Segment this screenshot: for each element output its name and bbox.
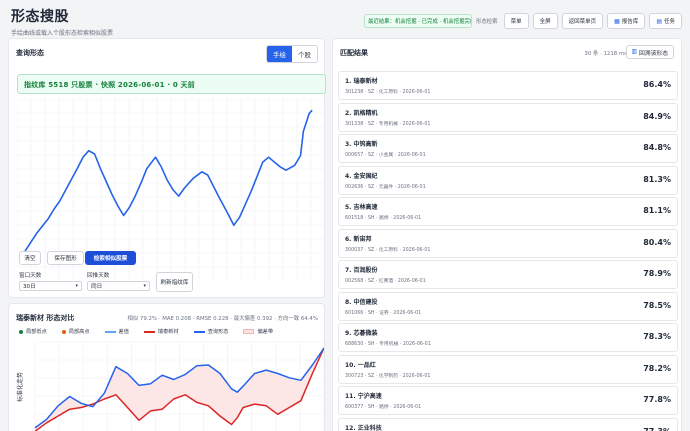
result-similarity-score: 77.3%: [643, 426, 671, 431]
tab-stock[interactable]: 个股: [292, 46, 317, 62]
result-stock-name: 4. 金安国纪: [345, 172, 378, 180]
compare-title: 瑞泰新材 形态对比: [16, 314, 75, 322]
result-stock-name: 2. 凯格精机: [345, 109, 378, 117]
status-label: 形态检索: [476, 19, 498, 25]
legend-item[interactable]: 局部低点: [19, 328, 47, 335]
chevron-down-icon: ▾: [75, 283, 78, 289]
result-stock-meta: 002636 · SZ · 元器件 · 2026-06-01: [345, 184, 426, 190]
header-toolbar: 最近结果：机会挖掘 · 已完成 · 机会挖掘完成: AI 形态检索 菜单 全屏 …: [364, 13, 682, 29]
comparison-chart: 标准化走势: [16, 341, 324, 431]
backtest-icon: ▥: [631, 49, 637, 55]
app-header: 形态搜股 手绘曲线或载入个股形态检索相似股票 最近结果：机会挖掘 · 已完成 ·…: [0, 0, 690, 38]
window-days-label: 窗口天数: [19, 273, 42, 279]
menu-button[interactable]: 菜单: [503, 13, 529, 29]
legend-swatch: [143, 330, 155, 333]
result-item[interactable]: 12. 正业科技300410 · SZ · 专用机械 · 2026-06-017…: [338, 417, 678, 431]
legend-swatch: [193, 330, 205, 333]
result-stock-meta: 000657 · SZ · 小金属 · 2026-06-01: [345, 153, 426, 158]
backtest-shape-button[interactable]: ▥ 回溯该形态: [625, 45, 674, 59]
result-similarity-score: 78.5%: [643, 300, 671, 310]
result-stock-name: 8. 中信建投: [345, 298, 378, 306]
result-stock-meta: 300037 · SZ · 化工原料 · 2026-06-01: [345, 247, 431, 253]
result-stock-meta: 688630 · SH · 专用机械 · 2026-06-01: [345, 342, 431, 347]
refresh-fingerprint-button[interactable]: 刷新指纹库: [156, 272, 193, 292]
result-stock-name: 6. 新宙邦: [345, 235, 372, 243]
mode-toggle: 手绘 个股: [266, 45, 318, 63]
result-item[interactable]: 4. 金安国纪 002636 · SZ · 元器件 · 2026-06-01 81.…: [338, 165, 678, 195]
result-item[interactable]: 11. 宁沪高速 600377 · SH · 路桥 · 2026-06-01 77.…: [338, 386, 678, 415]
lookback-days-label: 回推天数: [87, 273, 110, 279]
task-list-icon: ▤: [656, 17, 662, 25]
chevron-down-icon: ▾: [143, 283, 146, 289]
result-item[interactable]: 1. 瑞泰新材 301238 · SZ · 化工原料 · 2026-06-01 86…: [338, 71, 678, 100]
result-item[interactable]: 6. 新宙邦 300037 · SZ · 化工原料 · 2026-06-01 80.…: [338, 228, 678, 258]
result-item[interactable]: 9. 芯碁微装 688630 · SH · 专用机械 · 2026-06-01 78…: [338, 323, 678, 352]
clear-button[interactable]: 清空: [19, 251, 41, 265]
result-stock-meta: 300723 · SZ · 化学制药 · 2026-06-01: [345, 373, 431, 379]
fingerprint-banner: 指纹库 5518 只股票 · 快照 2026-06-01 · 0 天前: [17, 74, 326, 94]
chart-legend: 局部低点 局部高点 差值 瑞泰新材 查询形态 偏差带: [19, 328, 273, 335]
search-similar-button[interactable]: 检索相似股票: [85, 251, 136, 265]
result-count: 30 条 · 1218 ms: [584, 51, 627, 57]
legend-swatch: [61, 329, 66, 334]
result-similarity-score: 78.3%: [643, 332, 671, 341]
result-stock-meta: 301238 · SZ · 化工原料 · 2026-06-01: [345, 90, 431, 95]
result-stock-name: 1. 瑞泰新材: [345, 78, 378, 85]
result-stock-meta: 601066 · SH · 证券 · 2026-06-01: [345, 310, 422, 316]
page-subtitle: 手绘曲线或载入个股形态检索相似股票: [11, 30, 114, 37]
window-days-select[interactable]: 30日 ▾: [19, 281, 82, 291]
report-library-button[interactable]: ▦ 报告库: [607, 13, 646, 29]
task-status-chip[interactable]: 最近结果：机会挖掘 · 已完成 · 机会挖掘完成: AI: [364, 14, 472, 28]
result-similarity-score: 81.3%: [643, 174, 671, 184]
result-stock-name: 3. 中钨高新: [345, 141, 378, 148]
legend-item[interactable]: 查询形态: [193, 328, 228, 335]
result-stock-meta: 301338 · SZ · 专用机械 · 2026-06-01: [345, 121, 431, 127]
legend-item[interactable]: 局部高点: [61, 328, 90, 335]
back-to-menu-button[interactable]: 返回菜单页: [561, 13, 604, 29]
result-similarity-score: 80.4%: [643, 237, 671, 247]
result-item[interactable]: 2. 凯格精机 301338 · SZ · 专用机械 · 2026-06-01 84…: [338, 102, 678, 132]
similarity-metrics: 相似 79.2% · MAE 0.208 · RMSE 0.228 · 最大偏差…: [127, 316, 318, 322]
save-shape-button[interactable]: 保存图形: [47, 251, 84, 265]
legend-swatch: [19, 329, 23, 334]
result-similarity-score: 78.2%: [643, 363, 671, 373]
result-similarity-score: 78.9%: [643, 269, 671, 278]
legend-item[interactable]: 瑞泰新材: [143, 328, 179, 335]
result-item[interactable]: 10. 一品红 300723 · SZ · 化学制药 · 2026-06-01 78…: [338, 354, 678, 384]
tab-hand-draw[interactable]: 手绘: [267, 46, 292, 62]
result-item[interactable]: 3. 中钨高新 000657 · SZ · 小金属 · 2026-06-01 84.…: [338, 134, 678, 163]
query-card: 查询形态 手绘 个股 指纹库 5518 只股票 · 快照 2026-06-01 …: [8, 38, 326, 298]
y-axis-label: 标准化走势: [16, 372, 24, 402]
legend-item[interactable]: 差值: [104, 328, 129, 335]
results-title: 匹配结果: [340, 49, 368, 57]
bar-chart-icon: ▦: [614, 17, 620, 25]
fullscreen-button[interactable]: 全屏: [532, 13, 558, 29]
result-stock-name: 10. 一品红: [345, 361, 376, 369]
result-stock-name: 11. 宁沪高速: [345, 393, 382, 400]
result-stock-meta: 600377 · SH · 路桥 · 2026-06-01: [345, 405, 422, 410]
result-stock-meta: 002568 · SZ · 红黄酒 · 2026-06-01: [345, 279, 426, 284]
query-card-title: 查询形态: [16, 49, 44, 57]
result-stock-meta: 601518 · SH · 路桥 · 2026-06-01: [345, 216, 422, 221]
result-stock-name: 12. 正业科技: [345, 424, 382, 431]
compare-card: 瑞泰新材 形态对比 相似 79.2% · MAE 0.208 · RMSE 0.…: [8, 303, 325, 431]
results-card: 匹配结果 30 条 · 1218 ms ▥ 回溯该形态 1. 瑞泰新材 301238…: [332, 38, 682, 431]
result-stock-name: 5. 吉林高速: [345, 204, 378, 211]
result-stock-name: 7. 百润股份: [345, 267, 378, 274]
result-similarity-score: 81.1%: [643, 206, 671, 215]
legend-swatch: [243, 329, 255, 334]
legend-item[interactable]: 偏差带: [243, 328, 273, 335]
result-similarity-score: 86.4%: [643, 80, 671, 89]
legend-swatch: [104, 330, 116, 333]
result-stock-name: 9. 芯碁微装: [345, 330, 378, 337]
result-list: 1. 瑞泰新材 301238 · SZ · 化工原料 · 2026-06-01 86…: [338, 71, 678, 431]
result-similarity-score: 84.9%: [643, 111, 671, 121]
result-similarity-score: 84.8%: [643, 143, 671, 152]
result-item[interactable]: 5. 吉林高速 601518 · SH · 路桥 · 2026-06-01 81.1…: [338, 197, 678, 226]
lookback-days-select[interactable]: 同日 ▾: [87, 281, 150, 291]
tasks-button[interactable]: ▤ 任务: [649, 13, 682, 29]
result-item[interactable]: 8. 中信建投 601066 · SH · 证券 · 2026-06-01 78.5…: [338, 291, 678, 321]
result-similarity-score: 77.8%: [643, 395, 671, 404]
result-item[interactable]: 7. 百润股份 002568 · SZ · 红黄酒 · 2026-06-01 78.…: [338, 260, 678, 289]
